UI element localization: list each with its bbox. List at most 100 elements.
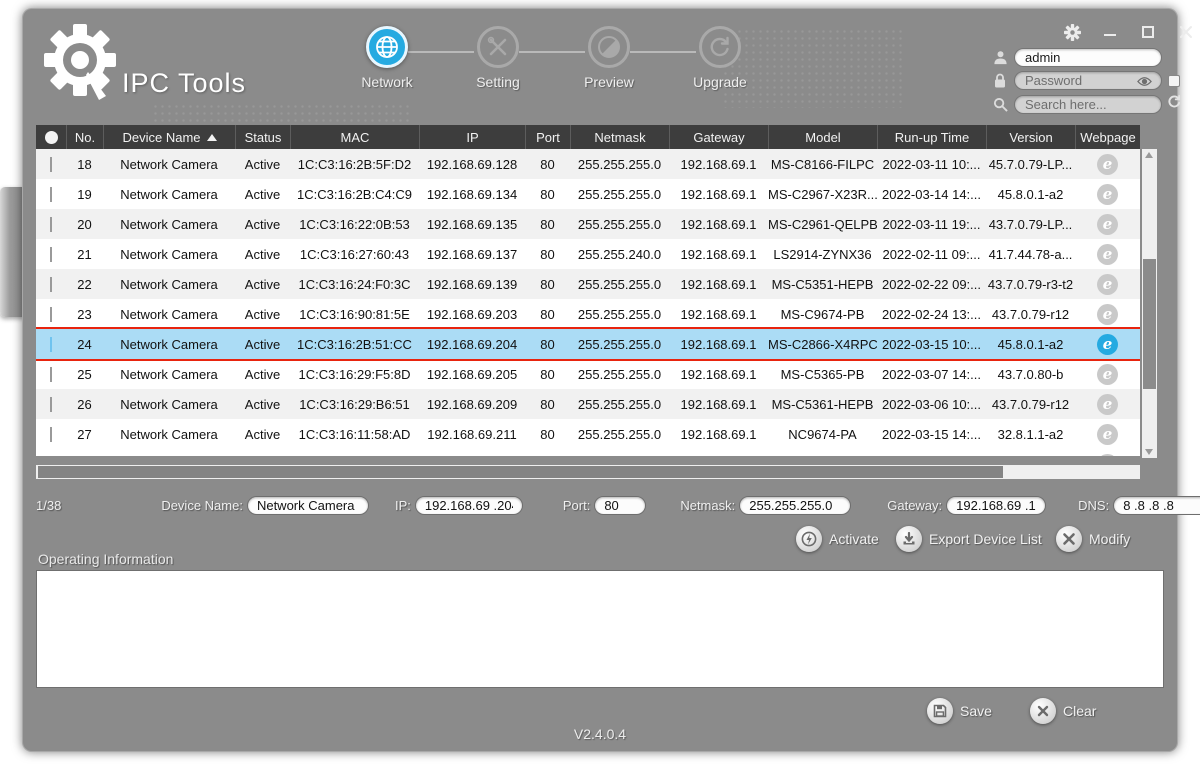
nav-item-network[interactable]: Network [342,26,432,90]
cell-ip: 192.168.69.209 [419,397,525,412]
maximize-icon[interactable] [1138,22,1158,42]
cell-gateway: 192.168.69.1 [669,397,768,412]
settings-gear-icon[interactable] [1062,22,1082,42]
ip-field[interactable] [415,496,523,515]
table-row[interactable]: 21Network CameraActive1C:C3:16:27:60:431… [36,239,1140,269]
table-header-row: No. Device Name Status MAC IP Port Netma… [36,125,1140,149]
row-checkbox[interactable] [50,367,52,382]
show-password-eye-icon[interactable] [1137,74,1152,92]
cell-model: MS-C5351-HEPB [768,277,877,292]
cell-port: 80 [525,247,570,262]
search-input[interactable] [1014,95,1162,114]
row-checkbox[interactable] [50,187,52,202]
table-row[interactable]: 24Network CameraActive1C:C3:16:2B:51:CC1… [36,329,1140,359]
cell-status: Active [235,427,290,442]
lock-icon [990,73,1010,88]
table-row[interactable]: 20Network CameraActive1C:C3:16:22:0B:531… [36,209,1140,239]
row-checkbox[interactable] [50,397,52,412]
cell-netmask: 255.255.255.0 [570,307,669,322]
column-header-ip[interactable]: IP [419,125,525,149]
remember-password-checkbox[interactable] [1168,75,1180,87]
cell-port: 80 [525,277,570,292]
row-checkbox[interactable] [50,247,52,262]
username-input[interactable] [1014,48,1162,67]
nav-item-setting[interactable]: Setting [453,26,543,90]
save-button[interactable]: Save [927,698,992,724]
column-header-model[interactable]: Model [768,125,877,149]
close-icon[interactable] [1176,22,1196,42]
horizontal-scrollbar-thumb[interactable] [38,466,1003,478]
minimize-icon[interactable] [1100,22,1120,42]
column-header-port[interactable]: Port [525,125,570,149]
row-checkbox[interactable] [50,217,52,232]
column-header-device-name[interactable]: Device Name [103,125,235,149]
webpage-browser-icon[interactable]: e [1097,154,1118,175]
cell-ip: 192.168.69.135 [419,217,525,232]
cell-gateway: 192.168.69.1 [669,217,768,232]
column-header-gateway[interactable]: Gateway [669,125,768,149]
activate-lightning-icon [796,526,822,552]
table-row[interactable]: 25Network CameraActive1C:C3:16:29:F5:8D1… [36,359,1140,389]
column-header-mac[interactable]: MAC [290,125,419,149]
netmask-field[interactable] [739,496,851,515]
column-header-status[interactable]: Status [235,125,290,149]
row-checkbox[interactable] [50,277,52,292]
webpage-browser-icon[interactable]: e [1097,364,1118,385]
horizontal-scrollbar[interactable] [36,465,1140,479]
port-field[interactable] [594,496,646,515]
webpage-browser-icon[interactable]: e [1097,214,1118,235]
app-window: IPC Tools Network [22,8,1178,752]
table-row[interactable]: 22Network CameraActive1C:C3:16:24:F0:3C1… [36,269,1140,299]
webpage-browser-icon[interactable]: e [1097,394,1118,415]
row-checkbox[interactable] [50,157,52,172]
row-checkbox[interactable] [50,307,52,322]
gear-magnifier-logo-icon [44,22,124,106]
table-row[interactable]: 23Network CameraActive1C:C3:16:90:81:5E1… [36,299,1140,329]
table-row[interactable]: 19Network CameraActive1C:C3:16:2B:C4:C91… [36,179,1140,209]
cell-name: Network Camera [103,427,235,442]
webpage-browser-icon[interactable]: e [1097,304,1118,325]
column-header-netmask[interactable]: Netmask [570,125,669,149]
webpage-browser-icon[interactable]: e [1097,274,1118,295]
column-header-version[interactable]: Version [986,125,1075,149]
table-row[interactable]: 18Network CameraActive1C:C3:16:2B:5F:D21… [36,149,1140,179]
page-indicator: 1/38 [36,498,61,513]
vertical-scrollbar-thumb[interactable] [1143,259,1156,389]
refresh-icon[interactable] [1167,94,1182,114]
clear-button[interactable]: Clear [1030,698,1096,724]
cell-status: Active [235,187,290,202]
cell-model: MS-C2967-X23R... [768,187,877,202]
sort-ascending-icon [207,134,217,141]
gateway-field[interactable] [946,496,1046,515]
webpage-browser-icon[interactable]: e [1097,184,1118,205]
column-header-runup-time[interactable]: Run-up Time [877,125,986,149]
scroll-up-arrow-icon[interactable] [1145,152,1153,158]
scroll-down-arrow-icon[interactable] [1145,449,1153,455]
webpage-browser-icon[interactable]: e [1097,334,1118,355]
nav-item-upgrade[interactable]: Upgrade [675,26,765,90]
dns-label: DNS: [1078,498,1109,513]
modify-button[interactable]: Modify [1056,526,1130,552]
column-header-no[interactable]: No. [66,125,103,149]
select-all-checkbox[interactable] [36,125,66,149]
cell-name: Network Camera [103,397,235,412]
nav-item-preview[interactable]: Preview [564,26,654,90]
activate-button[interactable]: Activate [796,526,879,552]
table-row[interactable]: 27Network CameraActive1C:C3:16:11:58:AD1… [36,419,1140,449]
webpage-browser-icon[interactable]: e [1097,244,1118,265]
export-device-list-button[interactable]: Export Device List [896,526,1042,552]
cell-status: Active [235,307,290,322]
device-name-field[interactable] [247,496,369,515]
cell-netmask: 255.255.255.0 [570,157,669,172]
collapsed-side-panel-tab[interactable] [0,187,24,317]
vertical-scrollbar[interactable] [1142,149,1157,458]
table-row[interactable]: 26Network CameraActive1C:C3:16:29:B6:511… [36,389,1140,419]
row-checkbox[interactable] [50,427,52,442]
cell-ip: 192.168.69.128 [419,157,525,172]
webpage-browser-icon[interactable]: e [1097,424,1118,445]
cell-mac: 1C:C3:16:24:F0:3C [290,277,419,292]
clear-x-icon [1030,698,1056,724]
row-checkbox-checked[interactable] [50,337,52,352]
column-header-webpage[interactable]: Webpage [1075,125,1140,149]
dns-field[interactable] [1113,496,1200,515]
